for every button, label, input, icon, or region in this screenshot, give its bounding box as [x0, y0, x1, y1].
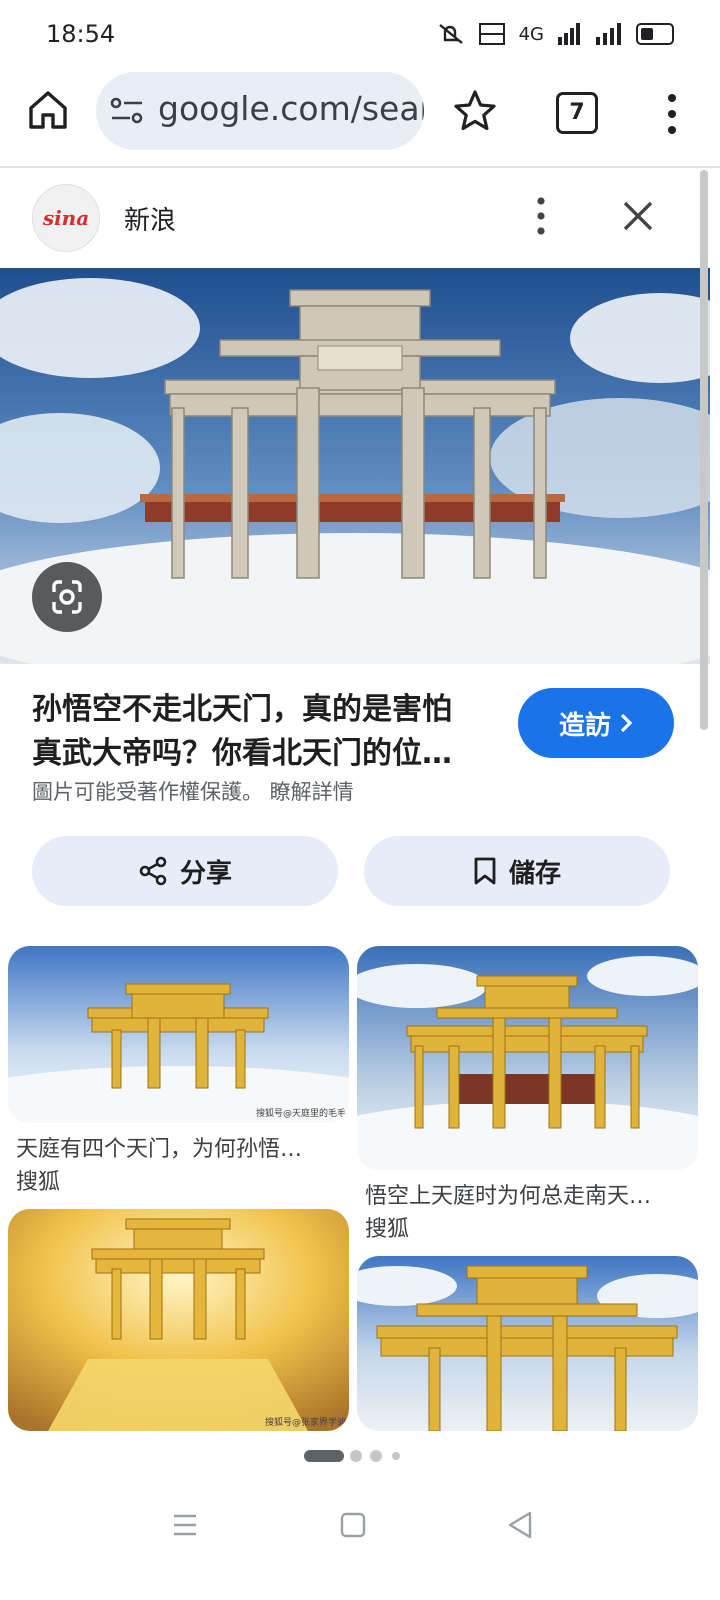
- home-nav-icon[interactable]: [340, 1512, 366, 1538]
- system-nav-bar: [0, 1490, 720, 1600]
- tab-switcher-button[interactable]: 7: [556, 92, 598, 134]
- share-icon: [139, 856, 167, 886]
- overflow-menu-icon[interactable]: [662, 92, 682, 136]
- chevron-right-icon: [620, 713, 633, 733]
- back-icon[interactable]: [506, 1510, 534, 1540]
- related-image-4[interactable]: [357, 1256, 698, 1431]
- source-name[interactable]: 新浪: [124, 200, 176, 237]
- battery-icon: [636, 23, 674, 45]
- bookmark-star-icon[interactable]: [452, 88, 498, 134]
- google-lens-button[interactable]: [32, 562, 102, 632]
- related-image-1[interactable]: 搜狐号@天庭里的毛毛: [8, 946, 349, 1123]
- source-header: sina 新浪: [0, 170, 710, 266]
- related-image-2[interactable]: [357, 946, 698, 1170]
- related-1-source[interactable]: 搜狐: [16, 1164, 60, 1196]
- copyright-notice[interactable]: 圖片可能受著作權保護。 瞭解詳情: [32, 776, 354, 806]
- panel-scrollbar[interactable]: [700, 170, 708, 730]
- signal-icon: [596, 23, 621, 45]
- preview-image[interactable]: [0, 268, 710, 664]
- visit-button[interactable]: 造訪: [518, 688, 674, 758]
- status-time: 18:54: [46, 20, 116, 48]
- source-logo[interactable]: sina: [32, 184, 100, 252]
- result-title[interactable]: 孙悟空不走北天门，真的是害怕 真武大帝吗？你看北天门的位…: [32, 688, 488, 776]
- related-2-source[interactable]: 搜狐: [365, 1211, 409, 1243]
- status-icons: 4G: [437, 22, 674, 46]
- mute-icon: [438, 24, 463, 44]
- url-text: google.com/search: [158, 89, 424, 128]
- network-type-label: 4G: [518, 23, 544, 45]
- share-label: 分享: [179, 858, 232, 889]
- page-indicator: [304, 1450, 400, 1462]
- signal-4g-icon: [558, 23, 580, 45]
- related-image-3[interactable]: 搜狐号@张家界学迪: [8, 1209, 349, 1431]
- related-2-caption[interactable]: 悟空上天庭时为何总走南天…: [365, 1178, 651, 1210]
- home-icon[interactable]: [26, 88, 70, 132]
- related-1-caption[interactable]: 天庭有四个天门，为何孙悟…: [16, 1131, 302, 1163]
- bookmark-icon: [474, 857, 496, 885]
- site-settings-icon[interactable]: [110, 96, 144, 126]
- result-title-line1: 孙悟空不走北天门，真的是害怕: [32, 692, 452, 727]
- visit-label: 造訪: [558, 710, 611, 741]
- result-title-line2: 真武大帝吗？你看北天门的位…: [32, 736, 452, 771]
- status-bar: 18:54 4G: [0, 0, 720, 70]
- lens-icon: [52, 580, 82, 614]
- share-button[interactable]: 分享: [32, 836, 338, 906]
- more-options-icon[interactable]: [533, 196, 549, 236]
- save-label: 儲存: [508, 858, 561, 889]
- toolbar-divider: [0, 166, 720, 168]
- browser-toolbar: google.com/search 7: [0, 70, 720, 166]
- related-1-watermark: 搜狐号@天庭里的毛毛: [256, 1107, 346, 1119]
- address-bar[interactable]: google.com/search: [96, 72, 424, 150]
- save-button[interactable]: 儲存: [364, 836, 670, 906]
- close-icon[interactable]: [620, 198, 656, 234]
- related-3-watermark: 搜狐号@张家界学迪: [265, 1416, 346, 1428]
- recents-icon[interactable]: [172, 1512, 198, 1538]
- volte-icon: [478, 23, 505, 45]
